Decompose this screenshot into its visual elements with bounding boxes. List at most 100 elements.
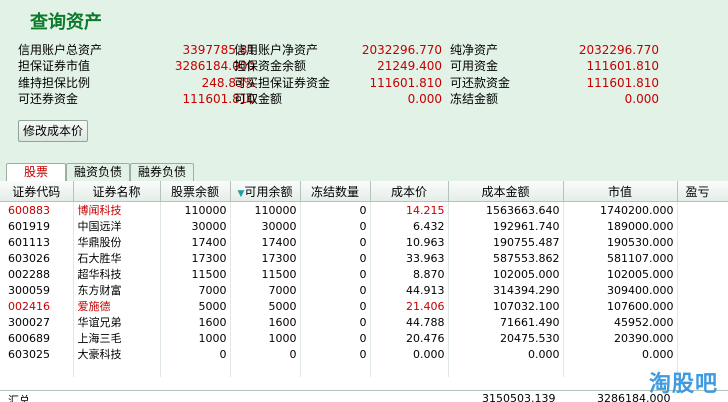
cell-cost: 0.000 xyxy=(370,346,449,362)
summary-value: 111601.810 xyxy=(586,75,659,90)
cell-market-value: 20390.000 xyxy=(563,330,678,346)
summary-row: 维持担保比例 248.83% 可买担保证券资金 111601.810 可还款资金 1116… xyxy=(18,75,668,91)
summary-label: 信用账户净资产 xyxy=(234,43,319,57)
holdings-table: 证券代码 证券名称 股票余额 ▼可用余额 冻结数量 成本价 成本金额 市值 盈亏… xyxy=(0,181,728,401)
summary-label: 纯净资产 xyxy=(450,43,499,57)
page-title: 查询资产 xyxy=(30,12,102,33)
cell-pnl: - xyxy=(677,234,728,250)
col-header-balance[interactable]: 股票余额 xyxy=(160,181,231,202)
summary-label: 担保资金余额 xyxy=(234,59,307,74)
cell-cost-amount: 314394.290 xyxy=(448,282,564,298)
cell-available: 0 xyxy=(230,346,301,362)
cell-market-value: 102005.000 xyxy=(563,266,678,282)
cell-code: 603025 xyxy=(0,346,74,362)
cell-market-value: 189000.000 xyxy=(563,218,678,234)
cell-available: 1000 xyxy=(230,330,301,346)
cell-cost: 33.963 xyxy=(370,250,449,266)
table-row[interactable]: 002288 超华科技 11500 11500 0 8.870 102005.000 1020… xyxy=(0,266,728,282)
tab-stocks[interactable]: 股票 xyxy=(6,163,66,182)
col-header-pnl[interactable]: 盈亏 xyxy=(677,181,728,202)
col-header-available-label: 可用余额 xyxy=(244,184,293,199)
asset-summary: 信用账户总资产 3397785.81 信用账户净资产 2032296.770 纯净资产 2… xyxy=(18,42,668,107)
cell-name: 石大胜华 xyxy=(73,250,161,266)
table-row[interactable]: 600689 上海三毛 1000 1000 0 20.476 20475.530 20390.… xyxy=(0,330,728,346)
modify-cost-price-button[interactable]: 修改成本价 xyxy=(18,120,88,142)
cell-code: 300059 xyxy=(0,282,74,298)
cell-cost: 20.476 xyxy=(370,330,449,346)
cell-pnl xyxy=(677,298,728,314)
col-header-available[interactable]: ▼可用余额 xyxy=(230,181,301,202)
table-row[interactable]: 300059 东方财富 7000 7000 0 44.913 314394.290 30940… xyxy=(0,282,728,298)
table-row-empty xyxy=(0,362,728,377)
cell-frozen: 0 xyxy=(300,218,371,234)
summary-value: 111601.810 xyxy=(586,59,659,74)
cell-balance: 5000 xyxy=(160,298,231,314)
cell-cost: 14.215 xyxy=(370,201,449,218)
cell-cost-amount: 107032.100 xyxy=(448,298,564,314)
cell-cost: 8.870 xyxy=(370,266,449,282)
table-row[interactable]: 601113 华鼎股份 17400 17400 0 10.963 190755.487 190… xyxy=(0,234,728,250)
cell-code: 603026 xyxy=(0,250,74,266)
cell-available: 11500 xyxy=(230,266,301,282)
table-row[interactable]: 603026 石大胜华 17300 17300 0 33.963 587553.862 581… xyxy=(0,250,728,266)
table-header: 证券代码 证券名称 股票余额 ▼可用余额 冻结数量 成本价 成本金额 市值 盈亏 xyxy=(0,181,728,202)
summary-label: 可还款资金 xyxy=(450,75,511,90)
table-footer-total: 汇总 3150503.139 3286184.000 xyxy=(0,390,728,402)
col-header-cost-amount[interactable]: 成本金额 xyxy=(448,181,564,202)
cell-name: 博闻科技 xyxy=(73,201,161,218)
summary-label: 维持担保比例 xyxy=(18,75,91,90)
cell-name: 爱施德 xyxy=(73,298,161,314)
cell-empty xyxy=(73,362,161,377)
col-header-frozen[interactable]: 冻结数量 xyxy=(300,181,371,202)
cell-pnl xyxy=(677,266,728,282)
cell-frozen: 0 xyxy=(300,330,371,346)
summary-label: 担保证券市值 xyxy=(18,59,91,74)
cell-cost-amount: 0.000 xyxy=(448,346,564,362)
cell-cost-amount: 1563663.640 xyxy=(448,201,564,218)
col-header-market-value[interactable]: 市值 xyxy=(563,181,678,202)
cell-frozen: 0 xyxy=(300,346,371,362)
cell-code: 601919 xyxy=(0,218,74,234)
cell-pnl xyxy=(677,330,728,346)
cell-market-value: 107600.000 xyxy=(563,298,678,314)
cell-empty xyxy=(160,362,231,377)
tab-margin-debt[interactable]: 融资负债 xyxy=(66,163,130,181)
cell-code: 601113 xyxy=(0,234,74,250)
cell-empty xyxy=(300,362,371,377)
cell-cost: 44.913 xyxy=(370,282,449,298)
table-row[interactable]: 002416 爱施德 5000 5000 0 21.406 107032.100 107600… xyxy=(0,298,728,314)
table-row[interactable]: 300027 华谊兄弟 1600 1600 0 44.788 71661.490 45952.… xyxy=(0,314,728,330)
col-header-code[interactable]: 证券代码 xyxy=(0,181,74,202)
tab-short-debt[interactable]: 融券负债 xyxy=(130,163,194,181)
cell-balance: 110000 xyxy=(160,201,231,218)
table-row[interactable]: 600883 博闻科技 110000 110000 0 14.215 1563663.640… xyxy=(0,201,728,218)
cell-market-value: 45952.000 xyxy=(563,314,678,330)
cell-market-value: 581107.000 xyxy=(563,250,678,266)
cell-balance: 11500 xyxy=(160,266,231,282)
cell-empty xyxy=(370,362,449,377)
cell-balance: 1000 xyxy=(160,330,231,346)
cell-frozen: 0 xyxy=(300,234,371,250)
summary-label: 可用资金 xyxy=(450,59,499,74)
cell-pnl: -6 xyxy=(677,250,728,266)
cell-code: 600689 xyxy=(0,330,74,346)
cell-pnl: -3 xyxy=(677,218,728,234)
cell-name: 上海三毛 xyxy=(73,330,161,346)
cell-balance: 7000 xyxy=(160,282,231,298)
cell-name: 超华科技 xyxy=(73,266,161,282)
cell-available: 1600 xyxy=(230,314,301,330)
summary-value: 111601.810 xyxy=(369,75,442,90)
cell-balance: 1600 xyxy=(160,314,231,330)
cell-name: 东方财富 xyxy=(73,282,161,298)
col-header-name[interactable]: 证券名称 xyxy=(73,181,161,202)
summary-label: 冻结金额 xyxy=(450,91,499,106)
cell-code: 600883 xyxy=(0,201,74,218)
col-header-cost[interactable]: 成本价 xyxy=(370,181,449,202)
summary-row: 信用账户总资产 3397785.81 信用账户净资产 2032296.770 纯净资产 2… xyxy=(18,42,668,58)
table-row[interactable]: 603025大豪科技0000.0000.0000.000-0 xyxy=(0,346,728,362)
summary-value: 2032296.770 xyxy=(578,43,659,57)
cell-balance: 17400 xyxy=(160,234,231,250)
table-row[interactable]: 601919 中国远洋 30000 30000 0 6.432 192961.740 1890… xyxy=(0,218,728,234)
cell-balance: 30000 xyxy=(160,218,231,234)
cell-pnl: -0 xyxy=(677,346,728,362)
